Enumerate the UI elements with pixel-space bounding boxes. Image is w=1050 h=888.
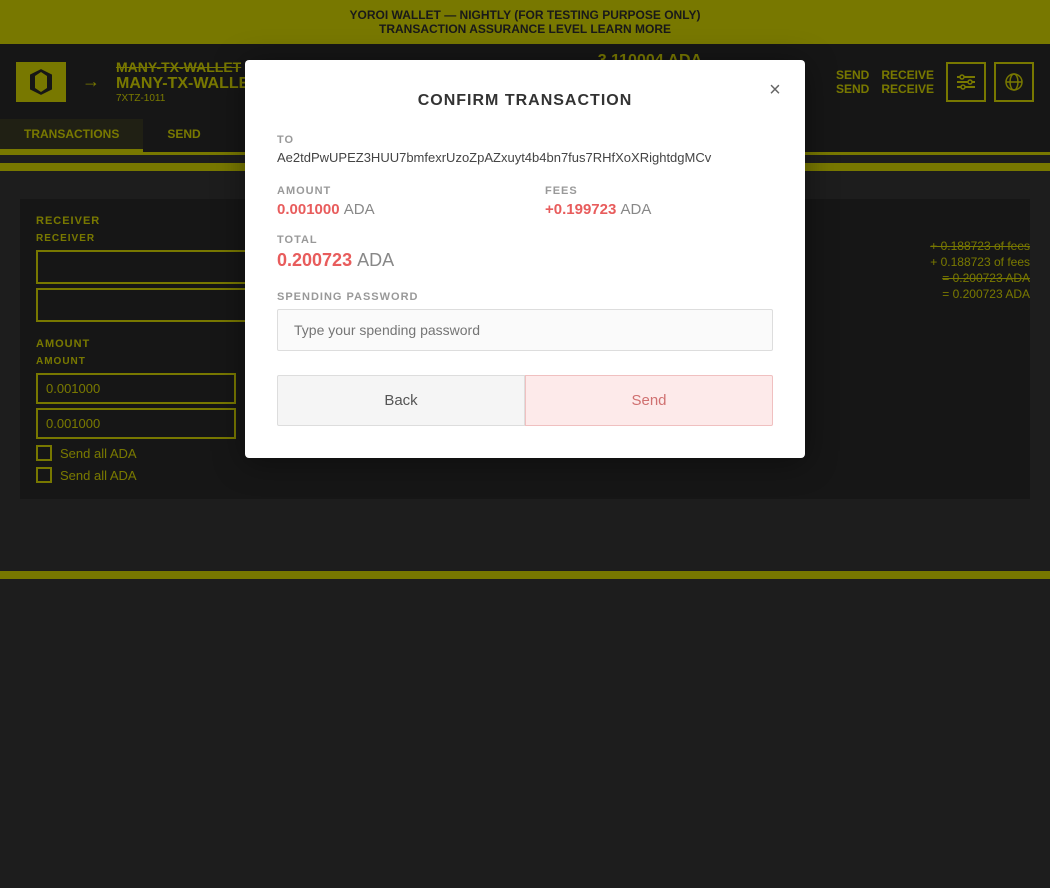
modal-amounts-row: AMOUNT 0.001000 ADA FEES +0.199723 ADA (277, 185, 773, 218)
spending-password-input[interactable] (277, 309, 773, 351)
modal-buttons: Back Send (277, 375, 773, 426)
modal-total-block: TOTAL 0.200723 ADA (277, 234, 773, 271)
modal-overlay: × CONFIRM TRANSACTION TO Ae2tdPwUPEZ3HUU… (0, 0, 1050, 888)
modal-total-value: 0.200723 ADA (277, 250, 773, 271)
modal-amount-unit: ADA (344, 201, 375, 218)
modal-amount-block: AMOUNT 0.001000 ADA (277, 185, 505, 218)
modal-total-label: TOTAL (277, 234, 773, 246)
modal-to-address: Ae2tdPwUPEZ3HUU7bmfexrUzoZpAZxuyt4b4bn7f… (277, 150, 773, 165)
back-button[interactable]: Back (277, 375, 525, 426)
modal-fees-unit: ADA (621, 201, 652, 218)
modal-close-button[interactable]: × (761, 76, 789, 104)
send-button[interactable]: Send (525, 375, 773, 426)
confirm-transaction-modal: × CONFIRM TRANSACTION TO Ae2tdPwUPEZ3HUU… (245, 60, 805, 458)
modal-title: CONFIRM TRANSACTION (277, 92, 773, 110)
modal-fees-label: FEES (545, 185, 773, 197)
modal-amount-label: AMOUNT (277, 185, 505, 197)
modal-amount-value: 0.001000 ADA (277, 201, 505, 218)
modal-to-label: TO (277, 134, 773, 146)
modal-fees-value: +0.199723 ADA (545, 201, 773, 218)
modal-total-unit: ADA (357, 250, 394, 270)
modal-password-label: SPENDING PASSWORD (277, 291, 773, 303)
modal-fees-block: FEES +0.199723 ADA (545, 185, 773, 218)
